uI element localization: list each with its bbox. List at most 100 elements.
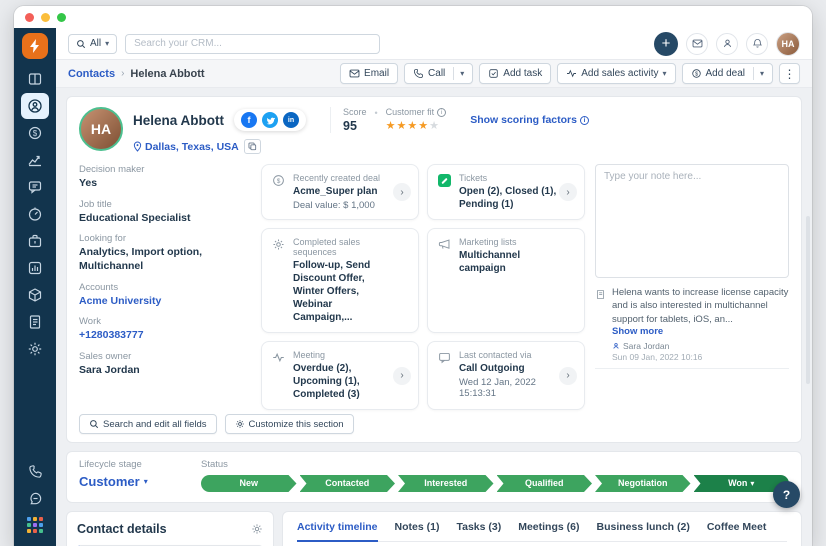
sidebar-item-conversations-icon[interactable] bbox=[21, 174, 49, 200]
customer-fit-label: Customer fit i bbox=[386, 107, 447, 117]
phone-dialer-icon[interactable] bbox=[21, 458, 49, 484]
sales-sequences-card: Completed sales sequences Follow-up, Send… bbox=[261, 228, 419, 333]
chevron-right-icon[interactable]: › bbox=[559, 366, 577, 385]
breadcrumb-action-row: Contacts › Helena Abbott Email Call ▾ Add… bbox=[56, 60, 812, 88]
sidebar-item-documents-icon[interactable] bbox=[21, 309, 49, 335]
facebook-icon[interactable]: f bbox=[241, 112, 257, 128]
svg-text:$: $ bbox=[33, 129, 38, 138]
activity-pulse-icon bbox=[272, 351, 285, 401]
tab-business-lunch[interactable]: Business lunch (2) bbox=[596, 512, 689, 542]
sidebar-item-analytics-icon[interactable] bbox=[21, 147, 49, 173]
add-deal-dropdown-icon[interactable]: ▾ bbox=[760, 69, 764, 78]
tab-activity-timeline[interactable]: Activity timeline bbox=[297, 512, 378, 542]
breadcrumb-separator-icon: › bbox=[121, 68, 125, 79]
activity-timeline-panel: Activity timeline Notes (1) Tasks (3) Me… bbox=[282, 511, 802, 546]
sidebar-item-dashboard-icon[interactable] bbox=[21, 201, 49, 227]
sidebar-item-settings-icon[interactable] bbox=[21, 336, 49, 362]
star-icon: ★ bbox=[385, 120, 397, 132]
copy-icon[interactable] bbox=[243, 139, 261, 154]
breadcrumb-contacts-link[interactable]: Contacts bbox=[68, 68, 115, 80]
more-options-button[interactable]: ⋮ bbox=[779, 63, 800, 84]
note-input[interactable] bbox=[595, 164, 789, 278]
gear-icon[interactable] bbox=[251, 523, 263, 535]
chevron-right-icon[interactable]: › bbox=[393, 183, 411, 201]
note-text: Helena wants to increase license capacit… bbox=[612, 287, 789, 325]
add-deal-button[interactable]: $ Add deal ▾ bbox=[681, 63, 773, 84]
sidebar-item-kanban-icon[interactable] bbox=[21, 66, 49, 92]
svg-text:$: $ bbox=[277, 178, 281, 185]
maximize-window-icon[interactable] bbox=[57, 12, 66, 22]
sidebar-item-products-icon[interactable] bbox=[21, 228, 49, 254]
star-icon: ★ bbox=[429, 120, 441, 132]
star-icon: ★ bbox=[396, 120, 408, 132]
app-sidebar: $ bbox=[14, 28, 56, 546]
help-button[interactable]: ? bbox=[773, 481, 800, 508]
work-phone-link[interactable]: +1280383777 bbox=[79, 329, 251, 343]
breadcrumb-current: Helena Abbott bbox=[130, 67, 205, 80]
stage-interested[interactable]: Interested bbox=[398, 475, 494, 492]
stage-contacted[interactable]: Contacted bbox=[300, 475, 396, 492]
chevron-right-icon[interactable]: › bbox=[393, 366, 411, 385]
profile-avatar[interactable]: HA bbox=[776, 31, 800, 56]
sidebar-item-deals-icon[interactable]: $ bbox=[21, 120, 49, 146]
deal-dollar-icon: $ bbox=[691, 69, 701, 78]
user-account-icon[interactable] bbox=[716, 32, 738, 55]
field-accounts: Accounts Acme University bbox=[79, 282, 251, 309]
sidebar-item-reports-icon[interactable] bbox=[21, 255, 49, 281]
account-link[interactable]: Acme University bbox=[79, 295, 251, 309]
note-timestamp: Sun 09 Jan, 2022 10:16 bbox=[612, 351, 703, 362]
stage-new[interactable]: New bbox=[201, 475, 297, 492]
search-scope-dropdown[interactable]: All ▾ bbox=[68, 33, 118, 54]
apps-marketplace-icon[interactable] bbox=[21, 512, 49, 538]
contact-overview-card: HA Helena Abbott f in Score 95 • Custome… bbox=[66, 96, 802, 443]
stage-qualified[interactable]: Qualified bbox=[497, 475, 593, 492]
email-button[interactable]: Email bbox=[340, 63, 399, 84]
notifications-bell-icon[interactable] bbox=[746, 32, 768, 55]
add-sales-activity-button[interactable]: Add sales activity ▾ bbox=[557, 63, 676, 84]
note-author: Sara Jordan bbox=[612, 341, 789, 351]
lifecycle-stage-dropdown[interactable]: Customer ▾ bbox=[79, 474, 175, 489]
sidebar-item-packages-icon[interactable] bbox=[21, 282, 49, 308]
email-inbox-icon[interactable] bbox=[686, 32, 708, 55]
close-window-icon[interactable] bbox=[25, 12, 34, 22]
chevron-right-icon[interactable]: › bbox=[559, 183, 577, 201]
call-button[interactable]: Call ▾ bbox=[404, 63, 474, 84]
chevron-down-icon: ▾ bbox=[662, 69, 667, 78]
info-icon[interactable]: i bbox=[437, 107, 447, 117]
quick-add-button[interactable]: + bbox=[654, 31, 678, 56]
customize-section-button[interactable]: Customize this section bbox=[224, 414, 354, 434]
add-task-button[interactable]: Add task bbox=[479, 63, 552, 84]
contact-location-link[interactable]: Dallas, Texas, USA bbox=[133, 141, 239, 153]
chevron-down-icon: ▾ bbox=[105, 39, 110, 48]
search-scope-label: All bbox=[90, 38, 102, 49]
tickets-card[interactable]: Tickets Open (2), Closed (1), Pending (1)… bbox=[427, 164, 585, 220]
timeline-tabs: Activity timeline Notes (1) Tasks (3) Me… bbox=[297, 512, 787, 542]
score-block: Score 95 • Customer fit i ★★★★★ bbox=[330, 107, 447, 133]
sidebar-item-contacts-icon[interactable] bbox=[21, 93, 49, 119]
meeting-card[interactable]: Meeting Overdue (2), Upcoming (1), Comple… bbox=[261, 341, 419, 410]
twitter-icon[interactable] bbox=[262, 112, 278, 128]
last-contacted-card[interactable]: Last contacted via Call Outgoing Wed 12 Ja… bbox=[427, 341, 585, 410]
task-icon bbox=[489, 69, 498, 78]
field-sales-owner: Sales owner Sara Jordan bbox=[79, 350, 140, 376]
search-input[interactable] bbox=[125, 33, 381, 54]
tab-notes[interactable]: Notes (1) bbox=[395, 512, 440, 542]
freshsales-logo[interactable] bbox=[22, 33, 48, 59]
linkedin-icon[interactable]: in bbox=[283, 112, 299, 128]
minimize-window-icon[interactable] bbox=[41, 12, 50, 22]
tab-coffee-meet[interactable]: Coffee Meet bbox=[707, 512, 767, 542]
contact-page-content: HA Helena Abbott f in Score 95 • Custome… bbox=[56, 88, 812, 546]
recently-created-deal-card[interactable]: $ Recently created deal Acme_Super plan De… bbox=[261, 164, 419, 220]
show-scoring-factors-link[interactable]: Show scoring factors i bbox=[470, 114, 589, 126]
stage-negotiation[interactable]: Negotiation bbox=[595, 475, 691, 492]
call-dropdown-icon[interactable]: ▾ bbox=[460, 69, 464, 78]
tab-meetings[interactable]: Meetings (6) bbox=[518, 512, 579, 542]
score-value: 95 bbox=[343, 119, 357, 133]
tab-tasks[interactable]: Tasks (3) bbox=[456, 512, 501, 542]
show-more-link[interactable]: Show more bbox=[612, 326, 789, 337]
chat-bubble-icon bbox=[438, 351, 451, 401]
chat-support-icon[interactable] bbox=[21, 485, 49, 511]
search-edit-fields-button[interactable]: Search and edit all fields bbox=[79, 414, 217, 434]
scrollbar[interactable] bbox=[806, 216, 810, 384]
contact-avatar: HA bbox=[79, 107, 123, 151]
